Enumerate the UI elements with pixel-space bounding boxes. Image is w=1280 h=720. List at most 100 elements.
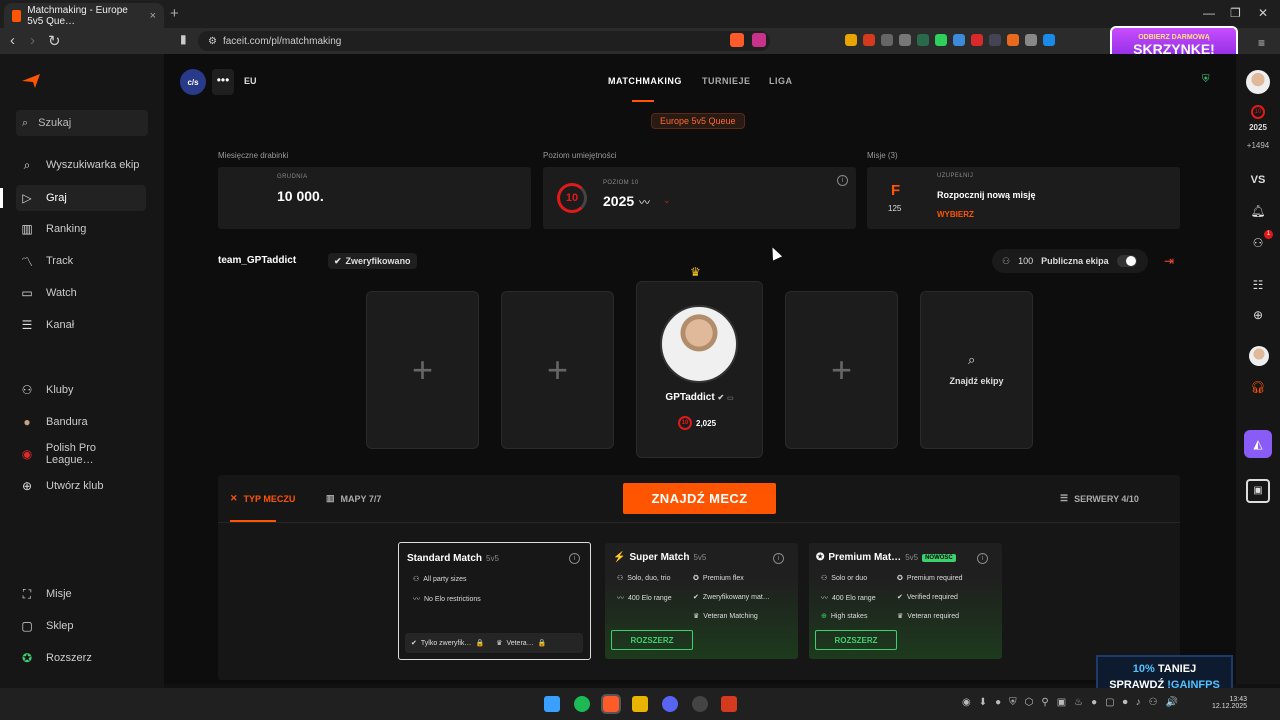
public-party-toggle[interactable]: ⚇ 100 Publiczna ekipa [992, 249, 1148, 273]
browser-tab[interactable]: Matchmaking - Europe 5v5 Que… × [4, 3, 164, 28]
steam-icon[interactable] [692, 696, 708, 712]
headset-icon[interactable]: 🎧︎ [1236, 380, 1280, 394]
maximize-icon[interactable]: ❐ [1230, 6, 1241, 20]
faceit-logo-icon[interactable] [22, 74, 40, 88]
upgrade-button[interactable]: ROZSZERZ [815, 630, 897, 650]
site-settings-icon[interactable]: ⚙ [208, 36, 217, 47]
sidebar-item-create-club[interactable]: ⊕ Utwórz klub [16, 473, 146, 499]
tab-match-type[interactable]: ✕ TYP MECZU [230, 493, 295, 504]
info-icon[interactable]: i [977, 553, 988, 564]
extension-icon[interactable] [899, 34, 911, 46]
info-icon[interactable]: i [773, 553, 784, 564]
info-icon[interactable]: i [569, 553, 580, 564]
skill-level-card[interactable]: 10 POZIOM 10 2025 〰 ⌄ i [543, 167, 856, 229]
system-tray-icons[interactable]: ◉⬇●⛨⬡⚲▣♨●▢⏺♪⚇🔊 [962, 697, 1186, 708]
bookmark-icon[interactable]: ▮ [180, 32, 187, 46]
sidebar-item-shop[interactable]: ▢ Sklep [16, 613, 146, 639]
missions-card[interactable]: F 125 UZUPEŁNIJ Rozpocznij nową misję WY… [867, 167, 1180, 229]
brave-shield-icon[interactable] [730, 33, 744, 47]
filter-verified-only[interactable]: Tylko zweryfik… [421, 640, 472, 647]
extension-icon[interactable] [863, 34, 875, 46]
promo-line1: 10% TANIEJ [1098, 661, 1231, 677]
brave-browser-icon[interactable] [601, 694, 621, 714]
filter-veteran[interactable]: Vetera… [506, 640, 533, 647]
choose-mission-link[interactable]: WYBIERZ [937, 210, 974, 219]
extension-icon[interactable] [971, 34, 983, 46]
extension-icon[interactable] [1007, 34, 1019, 46]
tab-tournaments[interactable]: TURNIEJE [702, 76, 751, 86]
sidebar-item-bandura[interactable]: ● Bandura [16, 409, 146, 435]
close-window-icon[interactable]: ✕ [1258, 6, 1268, 20]
forward-icon[interactable]: › [30, 32, 35, 49]
friend-avatar[interactable] [1249, 346, 1269, 366]
app-launcher-icon[interactable]: ◭ [1244, 430, 1272, 458]
find-party-slot[interactable] [920, 291, 1033, 449]
queue-badge[interactable]: Europe 5v5 Queue [651, 113, 745, 129]
extension-icon[interactable] [881, 34, 893, 46]
empty-slot[interactable]: + [366, 291, 479, 449]
trend-icon: 〰 [821, 595, 828, 602]
bell-icon[interactable]: 🔔︎ [1236, 204, 1280, 218]
anti-cheat-icon[interactable]: ▣ [1246, 479, 1270, 503]
brave-shield-taskbar-icon[interactable] [721, 696, 737, 712]
discord-icon[interactable] [662, 696, 678, 712]
sidebar-item-label: Graj [46, 192, 67, 204]
region-label[interactable]: EU [244, 76, 257, 86]
tab-matchmaking[interactable]: MATCHMAKING [608, 76, 682, 86]
party-list-icon[interactable]: ☷ [1236, 278, 1280, 292]
sidebar-item-watch[interactable]: ▭ Watch [16, 280, 146, 306]
leave-party-icon[interactable]: ⇥ [1164, 254, 1174, 268]
player-avatar[interactable] [660, 305, 738, 383]
info-icon[interactable]: i [837, 175, 848, 186]
premium-match-card[interactable]: ✪ Premium Mat… 5v5 NOWOŚĆ i ⚇ Solo or duo… [809, 543, 1002, 659]
brave-rewards-icon[interactable] [752, 33, 766, 47]
system-clock[interactable]: 13:43 12.12.2025 [1212, 696, 1247, 710]
extension-icon[interactable] [953, 34, 965, 46]
back-icon[interactable]: ‹ [10, 32, 15, 49]
empty-slot[interactable]: + [501, 291, 614, 449]
sidebar-item-ranking[interactable]: ▥ Ranking [16, 216, 146, 242]
sidebar-item-missions[interactable]: ⛶ Misje [16, 581, 146, 607]
windows-start-icon[interactable] [544, 696, 560, 712]
empty-slot[interactable]: + [785, 291, 898, 449]
sidebar-item-clubs[interactable]: ⚇ Kluby [16, 377, 146, 403]
extension-icon[interactable] [989, 34, 1001, 46]
upgrade-button[interactable]: ROZSZERZ [611, 630, 693, 650]
spotify-icon[interactable] [574, 696, 590, 712]
search-input[interactable]: ⌕ Szukaj [16, 110, 148, 136]
add-icon[interactable]: ⊕ [1236, 308, 1280, 322]
sidebar-item-polish-pro-league[interactable]: ◉ Polish Pro League… [16, 441, 146, 467]
extension-icon[interactable] [917, 34, 929, 46]
team-badge[interactable]: c/s [180, 69, 206, 95]
file-explorer-icon[interactable] [632, 696, 648, 712]
super-match-card[interactable]: ⚡ Super Match 5v5 i ⚇ Solo, duo, trio 〰 40… [605, 543, 798, 659]
find-match-button[interactable]: ZNAJDŹ MECZ [623, 483, 776, 514]
user-avatar[interactable] [1246, 70, 1270, 94]
sidebar-item-play[interactable]: ▷ Graj [16, 185, 146, 211]
sidebar-item-party-finder[interactable]: ⌕ Wyszukiwarka ekip [16, 152, 146, 178]
more-options-icon[interactable]: ••• [212, 69, 234, 95]
toggle-switch[interactable] [1116, 255, 1137, 267]
tab-league[interactable]: LIGA [769, 76, 793, 86]
tab-maps[interactable]: ▥ MAPY 7/7 [326, 493, 381, 504]
reload-icon[interactable]: ↻ [48, 32, 61, 50]
sidebar-item-track[interactable]: 〽 Track [16, 248, 146, 274]
extension-icon[interactable] [1043, 34, 1055, 46]
url-field[interactable]: ⚙ faceit.com/pl/matchmaking [198, 31, 770, 51]
chevron-down-icon[interactable]: ⌄ [663, 195, 671, 206]
player-name[interactable]: GPTaddict ✔ ▭ [636, 392, 763, 403]
friends-icon[interactable]: ⚇ [1236, 236, 1280, 250]
new-tab-icon[interactable]: + [170, 5, 179, 22]
servers-button[interactable]: ☰ SERWERY 4/10 [1060, 493, 1139, 504]
extension-icon[interactable] [845, 34, 857, 46]
monthly-ladder-card[interactable]: GRUDNIA 10 000. [218, 167, 531, 229]
menu-icon[interactable]: ≡ [1258, 36, 1265, 50]
versus-button[interactable]: VS [1236, 174, 1280, 186]
close-tab-icon[interactable]: × [150, 10, 156, 22]
extension-icon[interactable] [1025, 34, 1037, 46]
extension-icon[interactable] [935, 34, 947, 46]
sidebar-item-feed[interactable]: ☰ Kanał [16, 312, 146, 338]
minimize-icon[interactable]: — [1203, 6, 1215, 20]
shield-icon[interactable]: ⛨ [1202, 74, 1210, 85]
sidebar-item-upgrade[interactable]: ✪ Rozszerz [16, 645, 146, 671]
